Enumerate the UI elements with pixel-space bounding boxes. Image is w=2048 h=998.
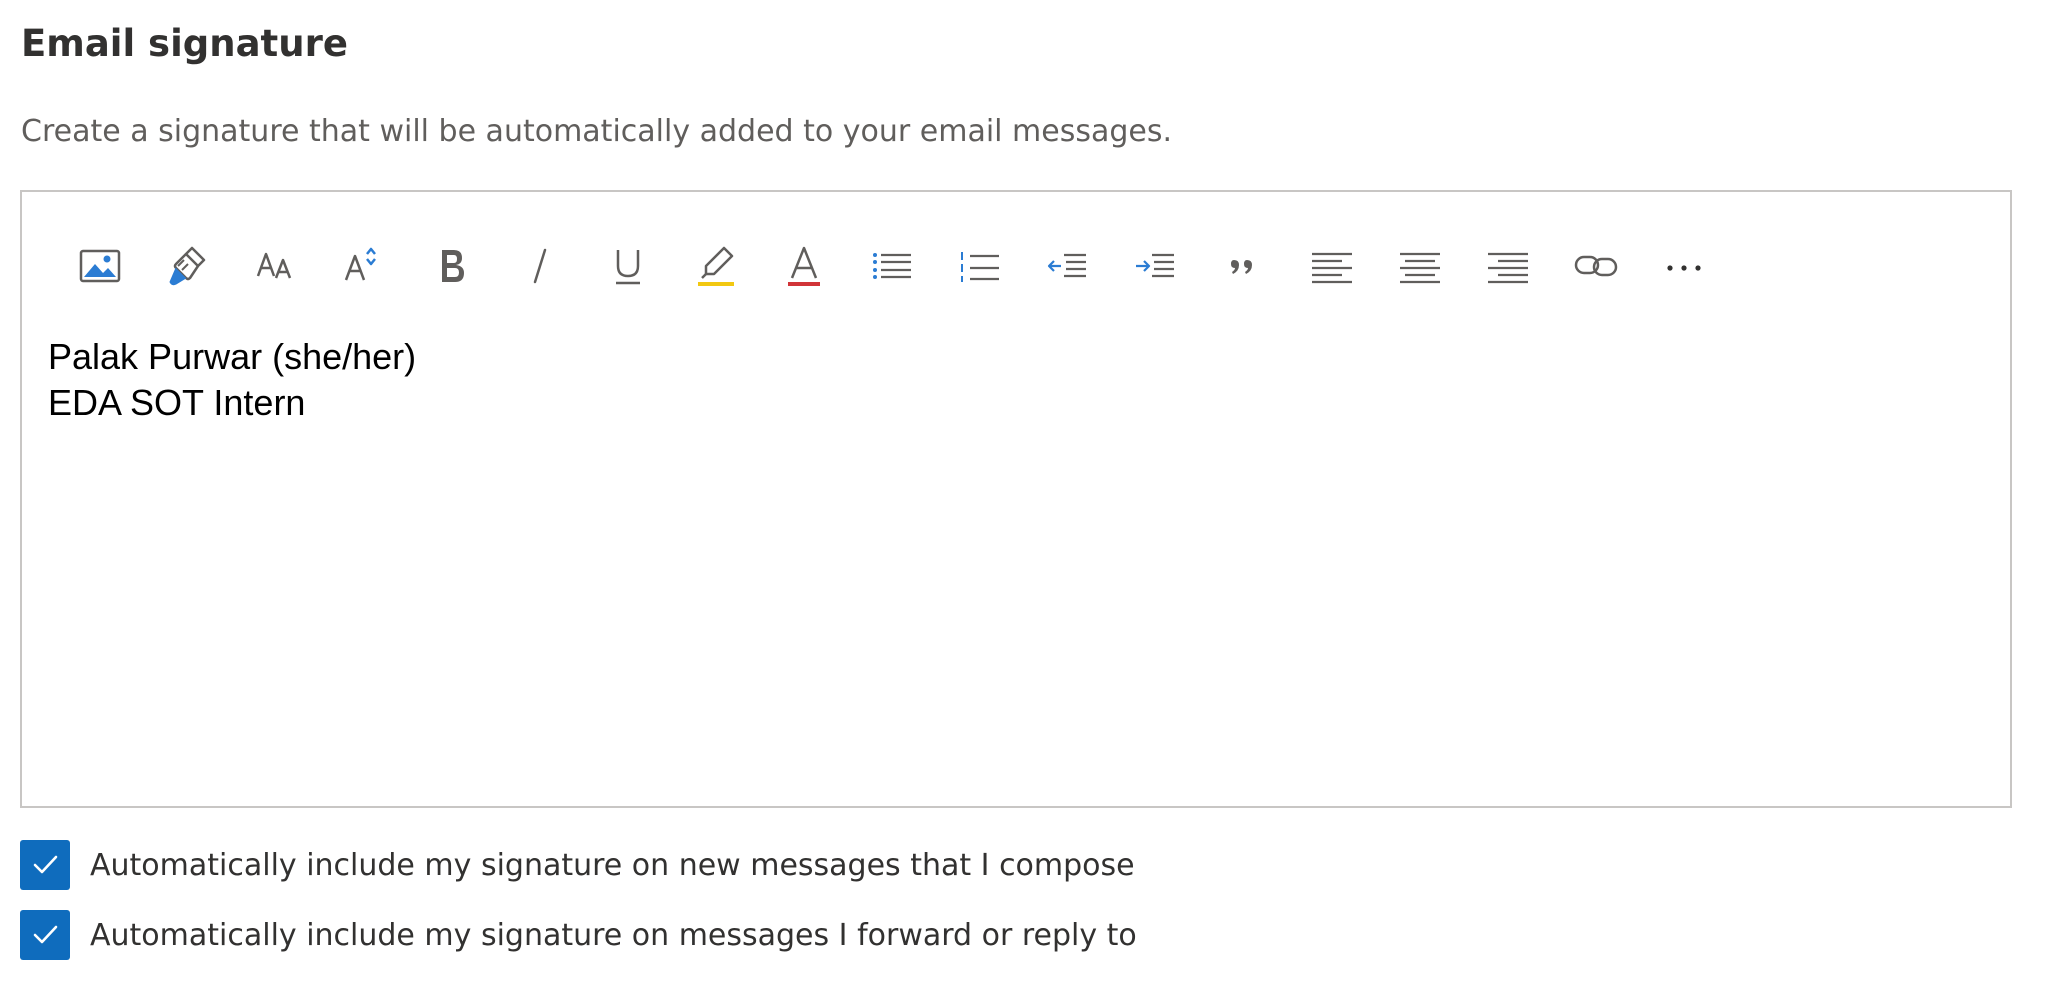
align-center-button[interactable]: [1388, 226, 1452, 306]
highlight-icon: [698, 246, 734, 286]
insert-picture-icon: [79, 249, 121, 283]
signature-line-name: Palak Purwar (she/her): [48, 336, 417, 377]
insert-picture-button[interactable]: [68, 226, 132, 306]
format-painter-button[interactable]: [156, 226, 220, 306]
align-center-icon: [1400, 252, 1440, 284]
font-size-icon: [256, 252, 292, 279]
align-left-button[interactable]: [1300, 226, 1364, 306]
decrease-indent-icon: [1047, 253, 1086, 278]
include-on-new-messages-checkbox[interactable]: [20, 840, 70, 890]
numbering-icon: [961, 252, 999, 282]
checkmark-icon: [33, 925, 58, 944]
signature-editor: Palak Purwar (she/her) EDA SOT Intern: [20, 190, 2012, 808]
bold-button[interactable]: [420, 226, 484, 306]
italic-icon: [533, 248, 547, 284]
bullets-icon: [873, 253, 911, 279]
highlight-button[interactable]: [684, 226, 748, 306]
signature-line-title: EDA SOT Intern: [48, 382, 306, 423]
section-title: Email signature: [21, 22, 348, 65]
checkmark-icon: [33, 855, 58, 874]
signature-text-area[interactable]: Palak Purwar (she/her) EDA SOT Intern: [48, 334, 416, 426]
include-on-forward-reply-label: Automatically include my signature on me…: [90, 917, 1137, 953]
font-color-button[interactable]: [772, 226, 836, 306]
link-button[interactable]: [1564, 226, 1628, 306]
align-right-icon: [1488, 252, 1528, 284]
underline-button[interactable]: [596, 226, 660, 306]
decrease-indent-button[interactable]: [1036, 226, 1100, 306]
include-on-forward-reply-checkbox[interactable]: [20, 910, 70, 960]
italic-button[interactable]: [508, 226, 572, 306]
bullets-button[interactable]: [860, 226, 924, 306]
include-on-forward-reply-option[interactable]: Automatically include my signature on me…: [20, 910, 1137, 960]
increase-indent-icon: [1136, 253, 1174, 278]
change-case-icon: [344, 247, 376, 281]
bold-icon: [442, 250, 464, 282]
include-on-new-messages-label: Automatically include my signature on ne…: [90, 847, 1135, 883]
more-options-icon: [1667, 265, 1701, 271]
section-description: Create a signature that will be automati…: [21, 114, 1173, 149]
quote-button[interactable]: [1212, 226, 1276, 306]
change-case-button[interactable]: [332, 226, 396, 306]
font-color-icon: [788, 246, 820, 286]
numbering-button[interactable]: [948, 226, 1012, 306]
format-painter-icon: [169, 246, 206, 286]
include-on-new-messages-option[interactable]: Automatically include my signature on ne…: [20, 840, 1135, 890]
email-signature-settings: Email signature Create a signature that …: [0, 0, 2048, 998]
align-right-button[interactable]: [1476, 226, 1540, 306]
increase-indent-button[interactable]: [1124, 226, 1188, 306]
link-icon: [1574, 255, 1618, 277]
quote-icon: [1231, 260, 1252, 274]
font-size-button[interactable]: [244, 226, 308, 306]
underline-icon: [616, 250, 640, 285]
align-left-icon: [1312, 252, 1352, 284]
more-options-button[interactable]: [1652, 226, 1716, 306]
